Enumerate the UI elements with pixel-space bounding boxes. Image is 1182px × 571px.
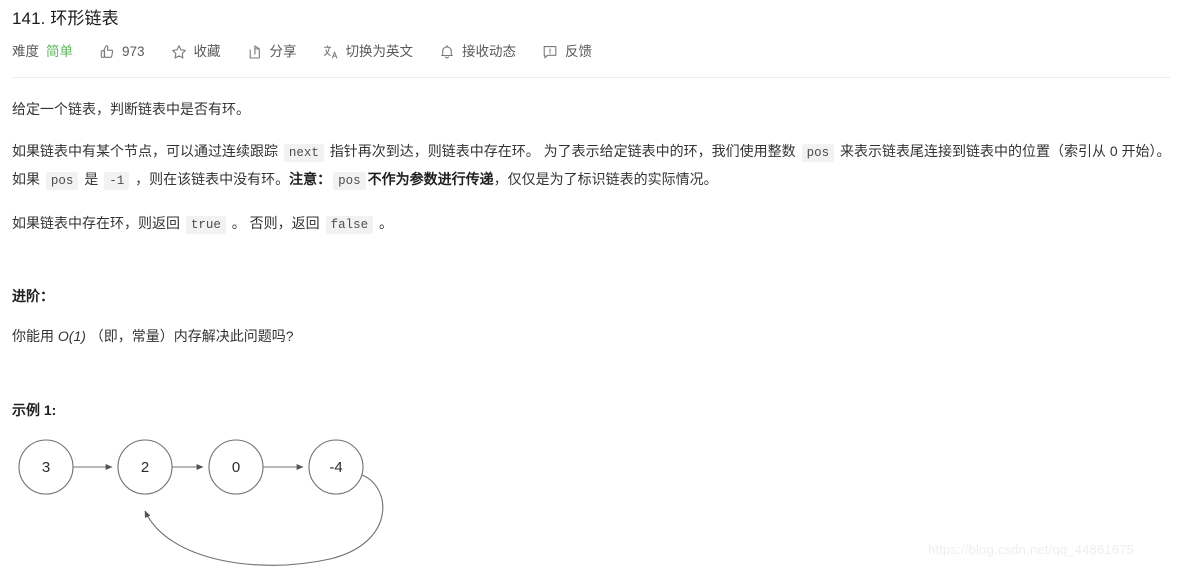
star-icon [171, 44, 187, 60]
complexity-notation: O(1) [57, 328, 86, 344]
bell-icon [439, 44, 455, 60]
follow-up-heading: 进阶： [12, 288, 54, 304]
switch-language-label: 切换为英文 [345, 44, 414, 59]
p2-note-emphasis: 不作为参数进行传递 [367, 171, 494, 187]
share-button[interactable]: 分享 [247, 41, 297, 63]
node-label-3: 3 [42, 459, 50, 476]
code-pos-3: pos [333, 172, 366, 190]
page-title: 141. 环形链表 [12, 9, 119, 28]
description-paragraph-3: 如果链表中存在环，则返回 true 。 否则，返回 false 。 [12, 210, 1178, 238]
code-false: false [325, 216, 374, 234]
header-divider [12, 77, 1170, 78]
difficulty-label: 难度 [12, 44, 39, 59]
node-label-0: 0 [232, 459, 240, 476]
p3-text-2: 。 否则，返回 [227, 215, 324, 231]
feedback-button[interactable]: 反馈 [542, 41, 592, 63]
node-2: 2 [117, 439, 173, 495]
followup-text-2: （即，常量）内存解决此问题吗? [85, 328, 294, 344]
followup-text-1: 你能用 [12, 328, 58, 344]
node-3: 3 [18, 439, 74, 495]
node-label-minus4: -4 [329, 459, 342, 476]
p2-text-2: 指针再次到达，则链表中存在环。 为了表示给定链表中的环，我们使用整数 [325, 143, 800, 159]
share-icon [247, 44, 263, 60]
difficulty-value: 简单 [46, 44, 73, 59]
favorite-label: 收藏 [193, 44, 221, 59]
description-paragraph-2: 如果链表中有某个节点，可以通过连续跟踪 next 指针再次到达，则链表中存在环。… [12, 138, 1178, 194]
problem-page: 141. 环形链表 难度 简单 973 收藏 分享 切换为英文 接收动态 反馈 … [0, 0, 1182, 571]
follow-up-section: 进阶： 你能用 O(1) （即，常量）内存解决此问题吗? [12, 283, 1112, 365]
p2-text-6: ，仅仅是为了标识链表的实际情况。 [493, 171, 718, 187]
watermark: https://blog.csdn.net/qq_44861675 [928, 542, 1135, 557]
example-heading: 示例 1: [12, 402, 57, 418]
p2-note-label: 注意： [289, 171, 332, 187]
problem-description: 给定一个链表，判断链表中是否有环。 如果链表中有某个节点，可以通过连续跟踪 ne… [12, 96, 1178, 252]
feedback-label: 反馈 [565, 44, 593, 59]
code-true: true [185, 216, 226, 234]
switch-language-button[interactable]: 切换为英文 [323, 41, 414, 63]
p3-text-1: 如果链表中存在环，则返回 [12, 215, 184, 231]
like-count: 973 [122, 44, 145, 59]
p2-text-1: 如果链表中有某个节点，可以通过连续跟踪 [12, 143, 282, 159]
code-next: next [283, 144, 324, 162]
translate-icon [323, 44, 339, 60]
node-label-2: 2 [141, 459, 149, 476]
p2-text-5: ，则在该链表中没有环。 [131, 171, 290, 187]
p2-text-4: 是 [80, 171, 103, 187]
thumbs-up-icon [99, 44, 115, 60]
favorite-button[interactable]: 收藏 [171, 41, 221, 63]
description-paragraph-1: 给定一个链表，判断链表中是否有环。 [12, 101, 250, 117]
subscribe-updates-label: 接收动态 [462, 44, 517, 59]
node-minus4: -4 [308, 439, 364, 495]
feedback-icon [542, 44, 558, 60]
difficulty-group: 难度 简单 [12, 41, 73, 63]
like-button[interactable]: 973 [99, 41, 145, 63]
code-pos-1: pos [801, 144, 835, 162]
code-minus-one: -1 [104, 172, 130, 190]
node-0: 0 [208, 439, 264, 495]
share-label: 分享 [269, 44, 297, 59]
subscribe-updates-button[interactable]: 接收动态 [439, 41, 516, 63]
problem-meta-bar: 难度 简单 973 收藏 分享 切换为英文 接收动态 反馈 [12, 41, 592, 63]
p3-text-3: 。 [375, 215, 393, 231]
linked-list-cycle-diagram: 3 2 0 -4 [0, 425, 430, 571]
code-pos-2: pos [45, 172, 79, 190]
follow-up-paragraph: 你能用 O(1) （即，常量）内存解决此问题吗? [12, 323, 1112, 349]
